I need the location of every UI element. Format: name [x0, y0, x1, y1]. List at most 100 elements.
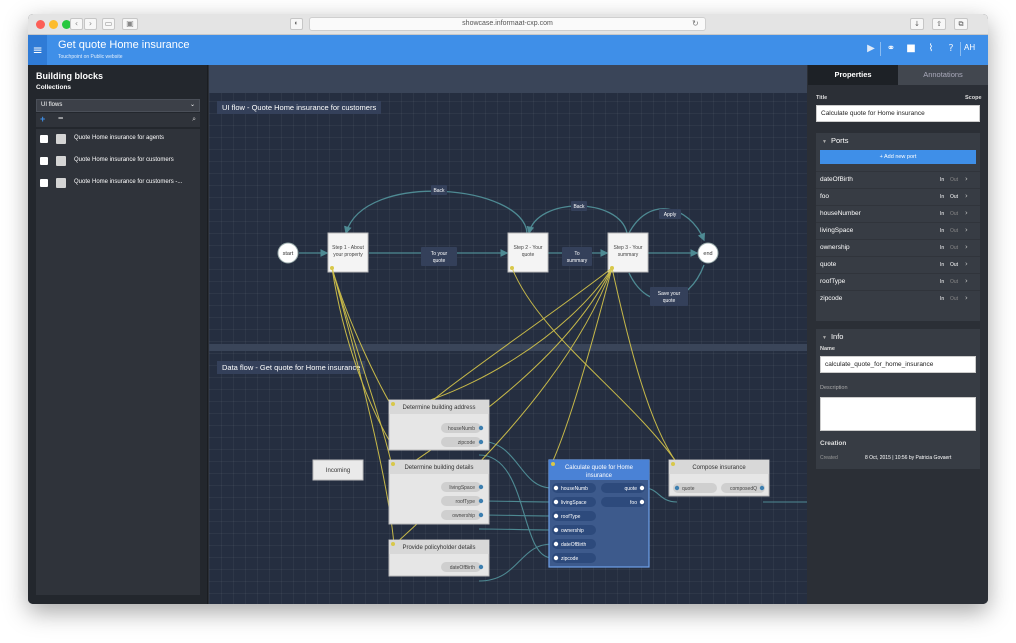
flow-list: Quote Home insurance for agents Quote Ho… [36, 129, 200, 595]
chevron-right-icon[interactable]: › [965, 175, 968, 183]
link-icon[interactable]: ⚭ [885, 43, 897, 55]
tab-annotations[interactable]: Annotations [898, 65, 988, 85]
tab-properties[interactable]: Properties [808, 65, 898, 85]
svg-text:To your: To your [431, 251, 448, 257]
port-row[interactable]: livingSpace In Out › [816, 222, 980, 239]
port-out-toggle[interactable]: Out [950, 279, 958, 285]
ports-header[interactable]: ▼ Ports [822, 136, 848, 145]
tab-overview-icon[interactable]: ▣ [122, 18, 138, 30]
svg-text:To: To [574, 251, 580, 257]
ports-section: ▼ Ports + Add new port dateOfBirth In Out… [816, 133, 980, 321]
port-in-toggle[interactable]: In [940, 194, 944, 200]
downloads-icon[interactable]: ↓ [910, 18, 924, 30]
app-header: ≡ Get quote Home insurance Touchpoint on… [28, 35, 988, 65]
data-edge [478, 514, 553, 517]
chevron-right-icon[interactable]: › [965, 226, 968, 234]
creation-header: Creation [820, 440, 847, 447]
port-row[interactable]: ownership In Out › [816, 239, 980, 256]
flow-canvas[interactable]: UI flow - Quote Home insurance for custo… [209, 65, 807, 604]
port-label: ownership [452, 513, 475, 519]
avatar[interactable]: AH [964, 43, 975, 52]
port-label: livingSpace [449, 485, 475, 491]
remove-icon[interactable]: − [58, 113, 63, 123]
chevron-right-icon[interactable]: › [965, 209, 968, 217]
chevron-right-icon[interactable]: › [965, 243, 968, 251]
play-icon[interactable]: ▶ [865, 43, 877, 55]
item-checkbox[interactable] [40, 157, 48, 165]
menu-icon[interactable]: ≡ [28, 35, 47, 65]
share-icon[interactable]: ⇧ [932, 18, 946, 30]
port-in-toggle[interactable]: In [940, 211, 944, 217]
scope-label[interactable]: Scope [965, 95, 982, 101]
title-field[interactable]: Calculate quote for Home insurance [816, 105, 980, 122]
port-label: quote [624, 486, 637, 492]
search-icon[interactable]: ⌕ [192, 115, 196, 124]
port-out-toggle[interactable]: Out [950, 245, 958, 251]
ui-node-step-2: Step 2 - Your quote [507, 232, 549, 273]
forward-arrow-icon[interactable]: › [84, 18, 97, 30]
ui-edge-back-1 [344, 190, 528, 235]
port-row[interactable]: zipcode In Out › [816, 290, 980, 307]
port-out-toggle[interactable]: Out [950, 177, 958, 183]
node-label: start [283, 251, 294, 257]
add-port-button[interactable]: + Add new port [820, 150, 976, 164]
port-row[interactable]: foo In Out › [816, 188, 980, 205]
port-out-toggle[interactable]: Out [950, 211, 958, 217]
port-in-toggle[interactable]: In [940, 296, 944, 302]
item-checkbox[interactable] [40, 179, 48, 187]
port-in-toggle[interactable]: In [940, 228, 944, 234]
port-in-toggle[interactable]: In [940, 177, 944, 183]
chevron-down-icon: ▼ [822, 335, 827, 341]
list-item[interactable]: Quote Home insurance for customers -... [36, 173, 200, 193]
data-node-calculate-selected: Calculate quote for Home insurance house… [548, 459, 650, 568]
port-row[interactable]: dateOfBirth In Out › [816, 171, 980, 188]
list-item[interactable]: Quote Home insurance for agents [36, 129, 200, 149]
data-edge [478, 543, 553, 582]
back-arrow-icon[interactable]: ‹ [70, 18, 83, 30]
port-row[interactable]: roofType In Out › [816, 273, 980, 290]
port-out-toggle[interactable]: Out [950, 228, 958, 234]
chevron-right-icon[interactable]: › [965, 294, 968, 302]
reload-icon[interactable]: ↻ [692, 19, 699, 28]
port-in-toggle[interactable]: In [940, 262, 944, 268]
binding-curve [331, 267, 395, 546]
node-title: Compose insurance [692, 465, 746, 471]
list-item-label: Quote Home insurance for customers [74, 157, 174, 163]
chevron-right-icon[interactable]: › [965, 192, 968, 200]
minimize-window-button[interactable] [49, 20, 58, 29]
port-label: houseNumb [448, 426, 475, 432]
ui-node-step-3: Step 3 - Your summary [607, 232, 649, 273]
help-icon[interactable]: ? [945, 43, 957, 55]
description-field[interactable] [820, 397, 976, 431]
address-bar[interactable]: showcase.informaat-cxp.com [309, 17, 706, 31]
privacy-icon[interactable]: ◐ [290, 18, 303, 30]
port-out-toggle[interactable]: Out [950, 262, 958, 268]
sidebar-toggle-icon[interactable]: ▭ [102, 18, 115, 30]
close-window-button[interactable] [36, 20, 45, 29]
collection-select[interactable]: UI flows ⌄ [36, 99, 200, 112]
info-header[interactable]: ▼ Info [822, 332, 843, 341]
data-edge [478, 528, 553, 531]
item-checkbox[interactable] [40, 135, 48, 143]
name-field[interactable]: calculate_quote_for_home_insurance [820, 356, 976, 373]
port-in-toggle[interactable]: In [940, 245, 944, 251]
port-row[interactable]: quote In Out › [816, 256, 980, 273]
attachment-icon[interactable]: ⌇ [925, 43, 937, 55]
created-value: 8 Oct, 2015 | 10:56 by Patricia Govaert [865, 455, 952, 461]
list-item[interactable]: Quote Home insurance for customers [36, 151, 200, 171]
add-icon[interactable]: + [40, 114, 45, 124]
port-out-toggle[interactable]: Out [950, 296, 958, 302]
chevron-right-icon[interactable]: › [965, 277, 968, 285]
port-row[interactable]: houseNumber In Out › [816, 205, 980, 222]
ports-header-label: Ports [830, 136, 849, 145]
chevron-right-icon[interactable]: › [965, 260, 968, 268]
comment-icon[interactable]: ■ [905, 43, 917, 55]
page-title: Get quote Home insurance [58, 39, 190, 51]
port-in-toggle[interactable]: In [940, 279, 944, 285]
tabs-icon[interactable]: ⧉ [954, 18, 968, 30]
page-subtitle: Touchpoint on Public website [58, 54, 123, 60]
port-name: ownership [820, 244, 850, 251]
port-out-toggle[interactable]: Out [950, 194, 958, 200]
port-name: dateOfBirth [820, 176, 853, 183]
node-label: quote [522, 252, 535, 258]
